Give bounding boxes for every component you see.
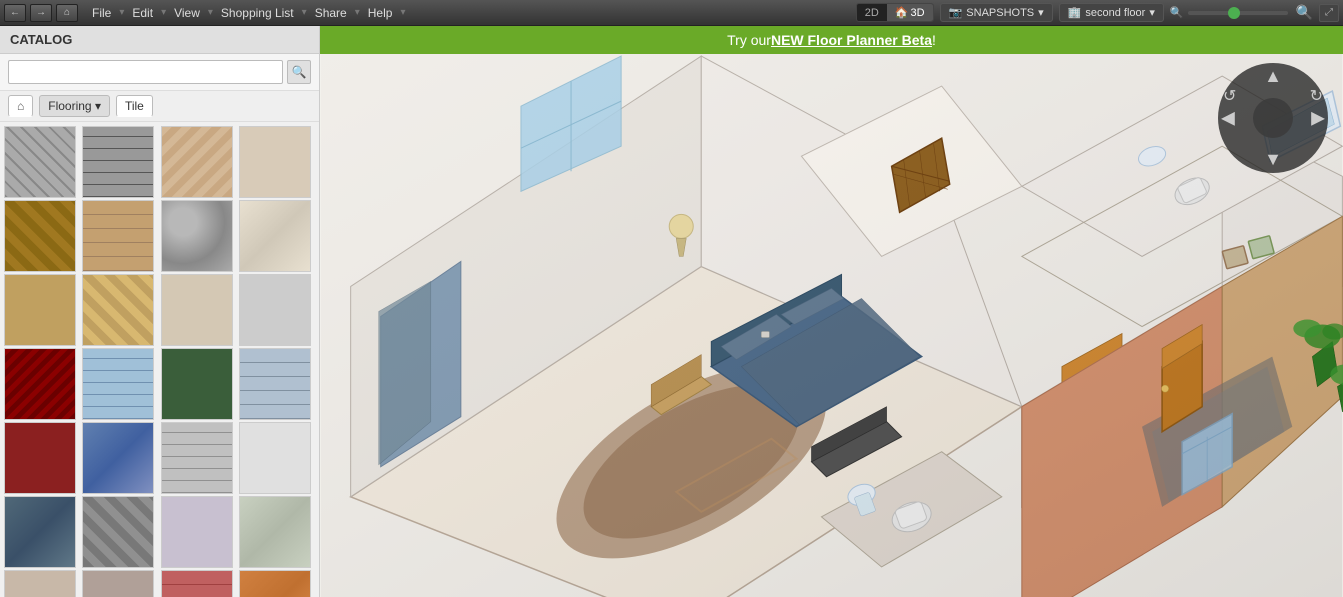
- home-button[interactable]: ⌂: [56, 4, 78, 22]
- search-icon: 🔍: [292, 65, 307, 79]
- tile-item[interactable]: [82, 200, 154, 272]
- floors-icon: 🏢: [1068, 6, 1082, 19]
- snapshots-label: SNAPSHOTS: [966, 7, 1034, 19]
- menu-help[interactable]: Help: [362, 4, 399, 22]
- tile-grid: [0, 122, 319, 597]
- back-button[interactable]: ←: [4, 4, 26, 22]
- zoom-icon: 🔍: [1170, 6, 1184, 19]
- promo-text-suffix: !: [932, 32, 936, 48]
- catalog-header: CATALOG: [0, 26, 319, 54]
- nav-up-button[interactable]: ▲: [1264, 66, 1282, 87]
- tile-item[interactable]: [239, 126, 311, 198]
- tile-item[interactable]: [239, 422, 311, 494]
- viewport: Try our NEW Floor Planner Beta ! ▲ ▼ ◀ ▶…: [320, 26, 1343, 597]
- tile-label: Tile: [125, 99, 144, 113]
- tile-category-tab[interactable]: Tile: [116, 95, 153, 117]
- camera-icon: 📷: [949, 6, 963, 19]
- zoom-bar: 🔍 🔍: [1170, 4, 1313, 21]
- category-tabs: ⌂ Flooring ▾ Tile: [0, 91, 319, 122]
- zoom-slider[interactable]: [1188, 11, 1288, 15]
- promo-link[interactable]: NEW Floor Planner Beta: [771, 32, 932, 48]
- menu-share[interactable]: Share: [309, 4, 353, 22]
- floor-dropdown-icon: ▾: [1149, 6, 1155, 19]
- snapshots-button[interactable]: 📷 SNAPSHOTS ▾: [940, 3, 1053, 22]
- menubar: ← → ⌂ File ▾ Edit ▾ View ▾ Shopping List…: [0, 0, 1343, 26]
- nav-down-button[interactable]: ▼: [1264, 149, 1282, 170]
- snapshots-arrow-icon: ▾: [1038, 6, 1044, 19]
- tile-item[interactable]: [239, 200, 311, 272]
- tile-item[interactable]: [82, 348, 154, 420]
- home-category-tab[interactable]: ⌂: [8, 95, 33, 117]
- nav-rotate-right-button[interactable]: ↻: [1310, 86, 1323, 106]
- promo-bar: Try our NEW Floor Planner Beta !: [320, 26, 1343, 54]
- tile-item[interactable]: [239, 348, 311, 420]
- tile-item[interactable]: [239, 570, 311, 597]
- tile-item[interactable]: [4, 348, 76, 420]
- logo-area: ← → ⌂: [4, 4, 78, 22]
- floor-label: second floor: [1085, 7, 1145, 19]
- search-bar: 🔍: [0, 54, 319, 91]
- nav-center: [1253, 98, 1293, 138]
- zoom-out-icon: 🔍: [1296, 4, 1313, 21]
- floor-plan-scene: [320, 26, 1343, 597]
- nav-rotate-left-button[interactable]: ↺: [1223, 86, 1236, 106]
- nav-overlay: ▲ ▼ ◀ ▶ ↺ ↻: [1213, 58, 1333, 178]
- forward-button[interactable]: →: [30, 4, 52, 22]
- menu-shopping-list[interactable]: Shopping List: [215, 4, 300, 22]
- menu-edit[interactable]: Edit: [126, 4, 159, 22]
- tile-item[interactable]: [4, 422, 76, 494]
- tile-item[interactable]: [4, 200, 76, 272]
- tile-item[interactable]: [161, 570, 233, 597]
- tile-item[interactable]: [161, 274, 233, 346]
- sidebar: CATALOG 🔍 ⌂ Flooring ▾ Tile: [0, 26, 320, 597]
- search-button[interactable]: 🔍: [287, 60, 311, 84]
- catalog-title: CATALOG: [10, 32, 72, 47]
- main-layout: CATALOG 🔍 ⌂ Flooring ▾ Tile: [0, 26, 1343, 597]
- tile-item[interactable]: [82, 126, 154, 198]
- tile-item[interactable]: [82, 274, 154, 346]
- flooring-label: Flooring ▾: [48, 99, 101, 113]
- tile-item[interactable]: [82, 496, 154, 568]
- tile-item[interactable]: [82, 570, 154, 597]
- tile-item[interactable]: [239, 274, 311, 346]
- tile-item[interactable]: [4, 274, 76, 346]
- view-toggle: 2D 🏠3D: [856, 3, 934, 22]
- tile-item[interactable]: [4, 570, 76, 597]
- menu-file[interactable]: File: [86, 4, 117, 22]
- fullscreen-button[interactable]: ⤢: [1319, 4, 1339, 22]
- search-input[interactable]: [8, 60, 283, 84]
- tile-item[interactable]: [161, 422, 233, 494]
- nav-left-button[interactable]: ◀: [1221, 108, 1235, 129]
- tile-item[interactable]: [4, 126, 76, 198]
- menu-view[interactable]: View: [168, 4, 206, 22]
- view-3d-button[interactable]: 🏠3D: [887, 4, 933, 21]
- tile-item[interactable]: [239, 496, 311, 568]
- home-icon: ⌂: [17, 99, 24, 113]
- tile-item[interactable]: [161, 348, 233, 420]
- tile-item[interactable]: [161, 496, 233, 568]
- tile-item[interactable]: [161, 126, 233, 198]
- promo-text-prefix: Try our: [727, 32, 771, 48]
- tile-item[interactable]: [4, 496, 76, 568]
- view-2d-button[interactable]: 2D: [857, 5, 887, 21]
- flooring-category-tab[interactable]: Flooring ▾: [39, 95, 110, 117]
- tile-item[interactable]: [82, 422, 154, 494]
- floor-selector[interactable]: 🏢 second floor ▾: [1059, 3, 1164, 22]
- tile-item[interactable]: [161, 200, 233, 272]
- nav-right-button[interactable]: ▶: [1311, 108, 1325, 129]
- zoom-thumb: [1228, 7, 1240, 19]
